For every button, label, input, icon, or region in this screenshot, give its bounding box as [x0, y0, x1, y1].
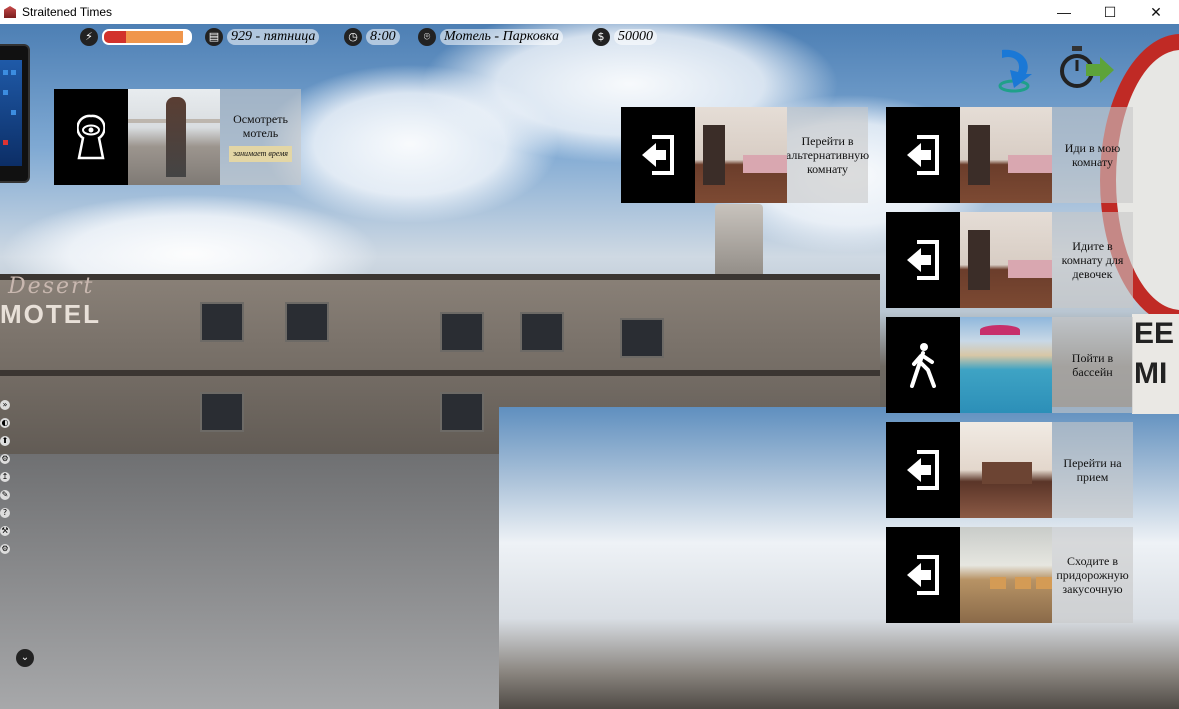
card-label-area: Сходите в придорожную закусочную — [1052, 527, 1133, 623]
day-text: 929 - пятница — [227, 29, 320, 45]
window — [440, 312, 484, 352]
diner-photo — [960, 527, 1052, 623]
energy-bar — [102, 29, 192, 45]
side-tool[interactable]: ↥ — [0, 472, 10, 482]
energy-hud: ⚡ — [80, 27, 192, 47]
side-tool[interactable]: » — [0, 400, 10, 410]
door-enter-icon — [886, 422, 960, 518]
lightning-icon: ⚡ — [80, 28, 98, 46]
money-hud: $ 50000 — [592, 27, 657, 47]
window — [285, 302, 329, 342]
card-label: Перейти в альтернативную комнату — [785, 134, 870, 176]
pool-photo — [960, 317, 1052, 413]
card-label: Сходите в придорожную закусочную — [1056, 554, 1129, 596]
window — [440, 392, 484, 432]
window — [620, 318, 664, 358]
map-pin-icon: ⌾ — [418, 28, 436, 46]
side-tool[interactable]: ⚙ — [0, 544, 10, 554]
time-hud: ◷ 8:00 — [344, 27, 400, 47]
card-label: Идите в комнату для девочек — [1061, 239, 1124, 281]
dollar-icon: $ — [592, 28, 610, 46]
card-label-area: Идите в комнату для девочек — [1052, 212, 1133, 308]
app-tile — [11, 70, 16, 75]
card-label-area: Осмотреть мотель занимает время — [220, 89, 301, 185]
room-photo — [960, 107, 1052, 203]
balcony — [0, 370, 880, 376]
window — [520, 312, 564, 352]
go-alt-room-card[interactable]: Перейти в альтернативную комнату — [621, 107, 870, 203]
side-tool[interactable]: ? — [0, 508, 10, 518]
money-text: 50000 — [614, 29, 657, 45]
go-diner-card[interactable]: Сходите в придорожную закусочную — [886, 527, 1133, 623]
app-tile — [3, 90, 8, 95]
card-label: Осмотреть мотель — [233, 112, 288, 140]
close-button[interactable]: ✕ — [1133, 0, 1179, 24]
side-tool[interactable]: ⬆ — [0, 436, 10, 446]
maximize-button[interactable]: ☐ — [1087, 0, 1133, 24]
card-label: Перейти на прием — [1063, 456, 1122, 484]
card-label-area: Перейти на прием — [1052, 422, 1133, 518]
door-enter-icon — [886, 212, 960, 308]
side-tool[interactable]: ⚒ — [0, 526, 10, 536]
door-enter-icon — [886, 107, 960, 203]
app-tile — [11, 110, 16, 115]
app-icon — [4, 6, 16, 18]
go-my-room-card[interactable]: Иди в мою комнату — [886, 107, 1133, 203]
door-enter-icon — [886, 527, 960, 623]
card-label-area: Иди в мою комнату — [1052, 107, 1133, 203]
calendar-icon: ▤ — [205, 28, 223, 46]
walk-icon — [886, 317, 960, 413]
card-label: Пойти в бассейн — [1071, 351, 1114, 379]
go-girls-room-card[interactable]: Идите в комнату для девочек — [886, 212, 1133, 308]
room-photo — [695, 107, 787, 203]
time-cost-note: занимает время — [228, 146, 293, 162]
chevron-down-button[interactable]: ⌄ — [16, 649, 34, 667]
inspect-motel-card[interactable]: Осмотреть мотель занимает время — [54, 89, 301, 185]
keyhole-eye-icon — [54, 89, 128, 185]
card-label-area: Пойти в бассейн — [1052, 317, 1133, 413]
day-hud: ▤ 929 - пятница — [205, 27, 320, 47]
time-text: 8:00 — [366, 29, 400, 45]
room-photo — [960, 212, 1052, 308]
clock-icon: ◷ — [344, 28, 362, 46]
side-tool[interactable]: ◐ — [0, 418, 10, 428]
energy-critical — [104, 31, 127, 43]
window-title: Straitened Times — [22, 5, 113, 19]
app-tile — [3, 140, 8, 145]
side-toolbar: » ◐ ⬆ ⚙ ↥ ✎ ? ⚒ ⚙ — [0, 400, 12, 554]
parking-lot — [0, 454, 500, 709]
lobby-photo — [960, 422, 1052, 518]
go-reception-card[interactable]: Перейти на прием — [886, 422, 1133, 518]
motel-photo — [128, 89, 220, 185]
stopwatch-forward-icon[interactable] — [1060, 44, 1114, 94]
sign-script: Desert — [8, 274, 95, 299]
side-tool[interactable]: ⚙ — [0, 454, 10, 464]
water-tower — [715, 204, 763, 284]
window-titlebar: Straitened Times — ☐ ✕ — [0, 0, 1179, 24]
side-tool[interactable]: ✎ — [0, 490, 10, 500]
phone-button[interactable] — [0, 44, 30, 183]
go-pool-card[interactable]: Пойти в бассейн — [886, 317, 1133, 413]
sign-word: MOTEL — [0, 299, 101, 329]
window-controls: — ☐ ✕ — [1041, 0, 1179, 24]
motel-sign: Desert MOTEL — [0, 274, 135, 344]
window — [200, 302, 244, 342]
roadside-sign: EE MI — [1132, 314, 1179, 414]
window — [200, 392, 244, 432]
location-hud: ⌾ Мотель - Парковка — [418, 27, 563, 47]
card-label-area: Перейти в альтернативную комнату — [785, 107, 870, 203]
map-arrow-icon[interactable] — [992, 44, 1042, 94]
location-text: Мотель - Парковка — [440, 29, 563, 45]
app-tile — [3, 70, 8, 75]
phone-screen — [0, 60, 22, 166]
door-enter-icon — [621, 107, 695, 203]
card-label: Иди в мою комнату — [1064, 141, 1121, 169]
minimize-button[interactable]: — — [1041, 0, 1087, 24]
